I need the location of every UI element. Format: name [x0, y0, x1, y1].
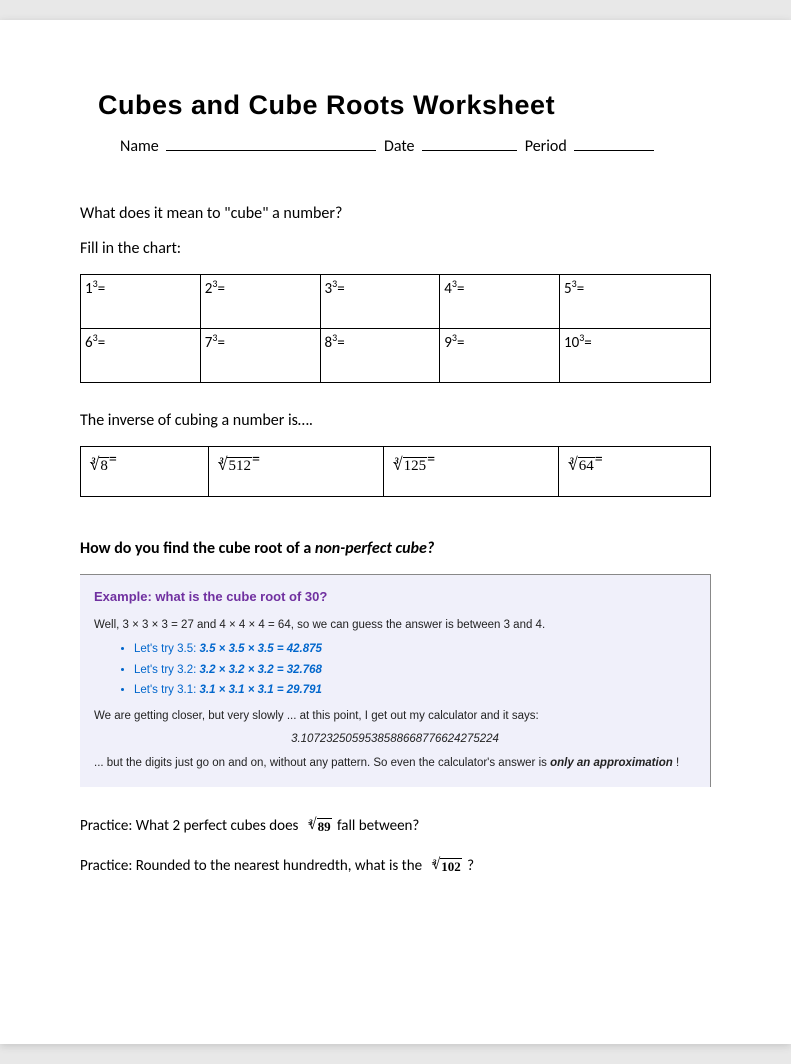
example-line: We are getting closer, but very slowly .…	[94, 707, 696, 725]
prompt-nonperfect: How do you find the cube root of a non-p…	[80, 539, 711, 558]
chart-cell[interactable]: 23=	[200, 275, 320, 329]
example-bullet: Let's try 3.2: 3.2 × 3.2 × 3.2 = 32.768	[134, 661, 696, 679]
name-label: Name	[120, 137, 159, 156]
practice-2: Practice: Rounded to the nearest hundred…	[80, 857, 711, 875]
student-info-line: Name Date Period	[120, 135, 711, 156]
prompt-fill-chart: Fill in the chart:	[80, 239, 711, 258]
chart-cell[interactable]: 43=	[440, 275, 560, 329]
date-blank[interactable]	[422, 135, 517, 151]
chart-cell[interactable]: 103=	[560, 329, 711, 383]
example-bullet: Let's try 3.5: 3.5 × 3.5 × 3.5 = 42.875	[134, 640, 696, 658]
root-cell[interactable]: 3√8=	[81, 447, 209, 497]
name-blank[interactable]	[166, 135, 376, 151]
cuberoot-icon: 3√102	[427, 857, 461, 874]
prompt-inverse: The inverse of cubing a number is….	[80, 411, 711, 430]
example-line: Well, 3 × 3 × 3 = 27 and 4 × 4 × 4 = 64,…	[94, 616, 696, 634]
chart-cell[interactable]: 93=	[440, 329, 560, 383]
chart-cell[interactable]: 73=	[200, 329, 320, 383]
prompt-cube-meaning: What does it mean to "cube" a number?	[80, 204, 711, 223]
example-box: Example: what is the cube root of 30? We…	[80, 574, 711, 787]
example-list: Let's try 3.5: 3.5 × 3.5 × 3.5 = 42.875 …	[134, 640, 696, 699]
chart-cell[interactable]: 13=	[81, 275, 201, 329]
chart-cell[interactable]: 53=	[560, 275, 711, 329]
cuberoot-icon: 3√512	[213, 456, 252, 474]
root-cell[interactable]: 3√512=	[209, 447, 384, 497]
period-label: Period	[525, 137, 567, 156]
worksheet-page: Cubes and Cube Roots Worksheet Name Date…	[0, 20, 791, 1044]
date-label: Date	[384, 137, 415, 156]
example-title: Example: what is the cube root of 30?	[94, 587, 696, 608]
cuberoot-icon: 3√64	[563, 456, 594, 474]
example-bullet: Let's try 3.1: 3.1 × 3.1 × 3.1 = 29.791	[134, 681, 696, 699]
cuberoot-icon: 3√125	[388, 456, 427, 474]
root-cell[interactable]: 3√125=	[384, 447, 559, 497]
chart-cell[interactable]: 63=	[81, 329, 201, 383]
cuberoot-icon: 3√8	[85, 456, 109, 474]
root-cell[interactable]: 3√64=	[559, 447, 711, 497]
period-blank[interactable]	[574, 135, 654, 151]
chart-cell[interactable]: 33=	[320, 275, 440, 329]
cuberoot-icon: 3√89	[304, 817, 332, 834]
practice-1: Practice: What 2 perfect cubes does 3√89…	[80, 817, 711, 835]
page-title: Cubes and Cube Roots Worksheet	[98, 90, 711, 121]
example-result: 3.1072325059538588668776624275224	[94, 730, 696, 748]
cubes-chart: 13= 23= 33= 43= 53= 63= 73= 83= 93= 103=	[80, 274, 711, 383]
cube-roots-chart: 3√8= 3√512= 3√125= 3√64=	[80, 446, 711, 497]
chart-cell[interactable]: 83=	[320, 329, 440, 383]
example-line: ... but the digits just go on and on, wi…	[94, 754, 696, 772]
